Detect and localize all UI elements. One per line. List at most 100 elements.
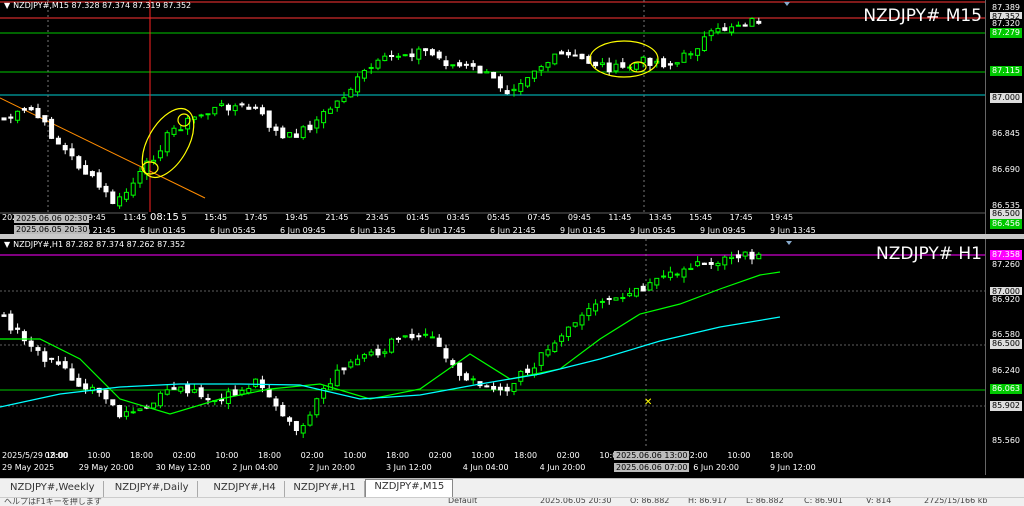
tab-nzdjpy-m15[interactable]: NZDJPY#,M15 bbox=[365, 479, 454, 499]
h1-candle bbox=[409, 333, 415, 339]
m15-candle bbox=[368, 66, 374, 69]
m15-candle bbox=[164, 132, 170, 153]
h1-candle bbox=[572, 322, 578, 327]
m15-candle bbox=[491, 71, 497, 79]
status-datetime: 2025.06.05 20:30 bbox=[540, 497, 612, 505]
m15-candle bbox=[314, 119, 320, 129]
time-tick-label: 11:45 bbox=[608, 213, 632, 222]
time-tick-label: 13:45 bbox=[648, 213, 672, 222]
m15-candle bbox=[96, 172, 102, 188]
h1-candle bbox=[729, 256, 735, 260]
m15-candle bbox=[375, 59, 381, 69]
price-label: 86.920 bbox=[990, 295, 1022, 306]
m15-candle bbox=[395, 55, 401, 58]
time-tick-label: 23:45 bbox=[365, 213, 389, 222]
tab-nzdjpy-daily[interactable]: NZDJPY#,Daily bbox=[107, 481, 198, 498]
chart-pane-m15[interactable]: ▼ NZDJPY#,M15 87.328 87.374 87.319 87.352… bbox=[0, 0, 1024, 235]
time-tick-label: 18:00 bbox=[258, 451, 282, 460]
m15-candle bbox=[756, 20, 762, 24]
m15-candle bbox=[42, 115, 48, 123]
m15-candle bbox=[579, 53, 585, 60]
status-low: L: 86.882 bbox=[746, 497, 784, 505]
chart-pane-h1[interactable]: ✕ ▼ NZDJPY#,H1 87.282 87.374 87.262 87.35… bbox=[0, 239, 1024, 475]
h1-candle bbox=[749, 251, 755, 260]
h1-candle bbox=[708, 262, 714, 265]
m15-candle bbox=[525, 77, 531, 87]
m15-candle bbox=[593, 61, 599, 67]
m15-candle bbox=[518, 83, 524, 92]
h1-candle bbox=[69, 368, 75, 381]
h1-candle bbox=[123, 411, 129, 417]
h1-candle bbox=[402, 335, 408, 338]
m15-candle bbox=[198, 114, 204, 117]
crosshair-time-box: 2025.06.05 20:30 bbox=[14, 225, 90, 234]
h1-candle bbox=[151, 402, 157, 409]
time-tick-label: 17:45 bbox=[729, 213, 753, 222]
m15-candle bbox=[205, 113, 211, 116]
m15-chart-canvas[interactable] bbox=[0, 0, 986, 234]
date-tick-label: 4 Jun 20:00 bbox=[539, 463, 586, 472]
time-tick-label: 10:00 bbox=[215, 451, 239, 460]
time-tick-label: 10:00 bbox=[471, 451, 495, 460]
h1-candle bbox=[293, 421, 299, 431]
tab-nzdjpy-h4[interactable]: NZDJPY#,H4 bbox=[205, 481, 285, 498]
h1-candle bbox=[667, 271, 673, 278]
m15-candle bbox=[321, 111, 327, 124]
h1-candle bbox=[457, 362, 463, 376]
m15-candle bbox=[300, 126, 306, 139]
price-label: 87.260 bbox=[990, 260, 1022, 271]
m15-candle bbox=[497, 76, 503, 89]
price-axis-h1[interactable]: 87.358 87.260 87.000 86.920 86.580 86.500 86.2… bbox=[985, 239, 1024, 475]
h1-candle bbox=[715, 262, 721, 267]
m15-candle bbox=[572, 54, 578, 57]
h1-candle bbox=[613, 297, 619, 301]
m15-candle bbox=[559, 51, 565, 55]
time-tick-label: 18:00 bbox=[770, 451, 794, 460]
m15-candle bbox=[722, 27, 728, 31]
price-label: 86.845 bbox=[990, 128, 1022, 139]
m15-candle bbox=[681, 52, 687, 63]
moving-average-cyan bbox=[0, 316, 781, 408]
m15-candle bbox=[307, 124, 313, 131]
time-tick-label: 18:00 bbox=[130, 451, 154, 460]
m15-candle bbox=[15, 110, 21, 121]
time-tick-label: 02:00 bbox=[428, 451, 452, 460]
symbol-label-h1: NZDJPY# H1 bbox=[876, 244, 982, 264]
time-tick-label: 01:45 bbox=[406, 213, 430, 222]
m15-candle bbox=[423, 48, 429, 52]
time-tick-label: 19:45 bbox=[770, 213, 794, 222]
m15-candle bbox=[293, 133, 299, 138]
tab-nzdjpy-h1[interactable]: NZDJPY#,H1 bbox=[285, 481, 365, 498]
m15-candle bbox=[552, 53, 558, 65]
time-tick-label: 05:45 bbox=[487, 213, 511, 222]
h1-candle bbox=[606, 298, 612, 301]
m15-candle bbox=[21, 108, 27, 111]
m15-candle bbox=[8, 116, 14, 119]
time-tick-label: 15:45 bbox=[689, 213, 713, 222]
h1-candle bbox=[1, 314, 7, 317]
m15-candle bbox=[361, 69, 367, 79]
m15-candle bbox=[280, 127, 286, 139]
time-tick-label: 18:00 bbox=[386, 451, 410, 460]
m15-candle bbox=[130, 182, 136, 196]
m15-candle bbox=[667, 63, 673, 66]
m15-candle bbox=[76, 156, 82, 169]
chart-tabs-bar: NZDJPY#,Weekly NZDJPY#,Daily NZDJPY#,H4 NZD… bbox=[0, 478, 1024, 499]
price-axis-m15[interactable]: 87.389 87.352 87.320 87.279 87.115 87.000 86.8… bbox=[985, 0, 1024, 234]
m15-candle bbox=[538, 66, 544, 71]
h1-candle bbox=[450, 360, 456, 366]
h1-candle bbox=[355, 358, 361, 366]
h1-chart-canvas[interactable]: ✕ bbox=[0, 239, 986, 475]
m15-candle bbox=[504, 90, 510, 95]
time-tick-label: 02:00 bbox=[300, 451, 324, 460]
price-label: 86.456 bbox=[990, 219, 1022, 229]
time-tick-label: 19:45 bbox=[284, 213, 308, 222]
time-tick-label: 18:00 bbox=[514, 451, 538, 460]
price-label: 86.690 bbox=[990, 164, 1022, 175]
h1-candle bbox=[640, 285, 646, 292]
m15-candle bbox=[273, 126, 279, 131]
h1-candle bbox=[423, 333, 429, 336]
time-tick-label: 02:00 bbox=[172, 451, 196, 460]
tab-nzdjpy-weekly[interactable]: NZDJPY#,Weekly bbox=[2, 481, 104, 498]
h1-candle bbox=[701, 262, 707, 265]
